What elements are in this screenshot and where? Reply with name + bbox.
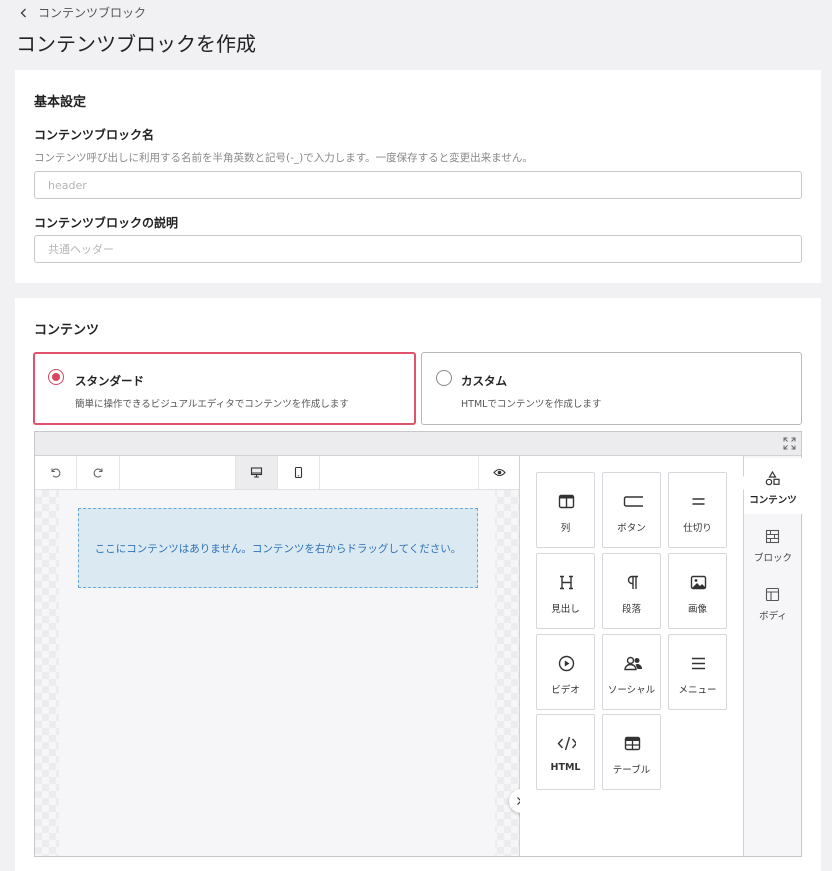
preview-button[interactable] [479, 456, 519, 489]
tool-menu-label: メニュー [678, 685, 717, 696]
button-icon [623, 496, 643, 507]
mobile-view-button[interactable] [278, 456, 320, 489]
desktop-view-button[interactable] [236, 456, 278, 489]
page-title: コンテンツブロックを作成 [16, 32, 256, 56]
tool-button[interactable]: ボタン [602, 472, 661, 548]
redo-button[interactable] [77, 456, 120, 489]
content-section-title: コンテンツ [34, 323, 100, 338]
editor-side-tabs: コンテンツ ブロック ボディ [737, 456, 802, 856]
dropzone-message: ここにコンテンツはありません。コンテンツを右からドラッグしてください。 [94, 542, 462, 555]
tool-divider-label: 仕切り [683, 523, 712, 534]
undo-icon [51, 468, 61, 478]
standard-option-desc: 簡単に操作できるビジュアルエディタでコンテンツを作成します [75, 399, 349, 410]
video-icon [558, 655, 575, 672]
content-card: コンテンツ スタンダード 簡単に操作できるビジュアルエディタでコンテンツを作成し… [15, 298, 821, 871]
side-tab-body[interactable]: ボディ [744, 574, 802, 630]
side-tab-blocks[interactable]: ブロック [744, 516, 802, 572]
columns-icon [558, 494, 575, 509]
tool-heading[interactable]: 見出し [536, 553, 595, 629]
toolbar-spacer-right [320, 456, 479, 489]
tool-image-label: 画像 [687, 604, 707, 615]
menu-icon [692, 657, 705, 670]
social-icon [624, 656, 642, 671]
canvas-area: ここにコンテンツはありません。コンテンツを右からドラッグしてください。 [35, 456, 520, 856]
canvas-toolbar [35, 456, 519, 490]
eye-icon [492, 468, 506, 477]
standard-option[interactable]: スタンダード 簡単に操作できるビジュアルエディタでコンテンツを作成します [33, 352, 416, 425]
dropzone[interactable]: ここにコンテンツはありません。コンテンツを右からドラッグしてください。 [78, 508, 478, 588]
standard-option-title: スタンダード [75, 374, 144, 388]
tool-menu[interactable]: メニュー [668, 634, 727, 710]
undo-button[interactable] [35, 456, 77, 489]
tool-social-label: ソーシャル [607, 685, 656, 696]
code-icon [557, 736, 576, 751]
tool-button-label: ボタン [617, 523, 646, 534]
block-description-label: コンテンツブロックの説明 [34, 216, 179, 230]
tool-html-label: HTML [550, 762, 581, 773]
tool-table[interactable]: テーブル [602, 714, 661, 790]
side-tab-content[interactable]: コンテンツ [737, 458, 802, 514]
tool-video[interactable]: ビデオ [536, 634, 595, 710]
fullscreen-icon[interactable] [783, 437, 796, 450]
mobile-icon [294, 466, 303, 479]
editor-topbar [35, 432, 801, 456]
image-icon [690, 575, 707, 590]
paragraph-icon [627, 575, 638, 589]
redo-icon [93, 468, 103, 478]
custom-option-title: カスタム [461, 374, 507, 388]
shapes-icon [765, 471, 780, 486]
standard-radio[interactable] [48, 369, 64, 385]
breadcrumb-label: コンテンツブロック [38, 6, 147, 20]
editor-canvas: ここにコンテンツはありません。コンテンツを右からドラッグしてください。 [35, 490, 519, 856]
toolbar-spacer [120, 456, 236, 489]
side-tab-body-label: ボディ [759, 611, 787, 622]
tool-columns-label: 列 [560, 523, 571, 534]
side-tab-content-label: コンテンツ [749, 495, 797, 506]
side-tab-blocks-label: ブロック [753, 553, 792, 564]
tool-video-label: ビデオ [551, 685, 580, 696]
canvas-body[interactable]: ここにコンテンツはありません。コンテンツを右からドラッグしてください。 [59, 490, 495, 856]
block-description-input[interactable] [34, 235, 802, 263]
block-name-help: コンテンツ呼び出しに利用する名前を半角英数と記号(-_)で入力します。一度保存す… [34, 152, 533, 164]
tool-columns[interactable]: 列 [536, 472, 595, 548]
table-icon [624, 736, 641, 751]
basic-settings-title: 基本設定 [34, 95, 87, 110]
custom-option-desc: HTMLでコンテンツを作成します [461, 399, 602, 410]
tool-social[interactable]: ソーシャル [602, 634, 661, 710]
blocks-icon [765, 529, 780, 544]
basic-settings-card: 基本設定 コンテンツブロック名 コンテンツ呼び出しに利用する名前を半角英数と記号… [15, 70, 821, 283]
heading-icon [560, 575, 573, 590]
tool-image[interactable]: 画像 [668, 553, 727, 629]
block-name-label: コンテンツブロック名 [34, 128, 155, 142]
tool-heading-label: 見出し [551, 604, 580, 615]
tool-table-label: テーブル [612, 765, 651, 776]
block-name-input[interactable] [34, 171, 802, 199]
breadcrumb[interactable]: コンテンツブロック [18, 4, 146, 21]
layout-icon [765, 587, 780, 602]
tool-html[interactable]: HTML [536, 714, 595, 790]
custom-radio[interactable] [436, 370, 452, 386]
custom-option[interactable]: カスタム HTMLでコンテンツを作成します [421, 352, 802, 425]
chevron-left-icon [20, 8, 26, 17]
desktop-icon [250, 467, 263, 478]
divider-icon [692, 498, 705, 505]
visual-editor: ここにコンテンツはありません。コンテンツを右からドラッグしてください。 列 ボタ… [34, 431, 802, 857]
tool-divider[interactable]: 仕切り [668, 472, 727, 548]
content-tools-panel: 列 ボタン 仕切り 見出し 段落 画像 ビデオ ソーシャル メニュー HTML … [520, 456, 743, 856]
tool-paragraph-label: 段落 [621, 604, 641, 615]
tool-paragraph[interactable]: 段落 [602, 553, 661, 629]
